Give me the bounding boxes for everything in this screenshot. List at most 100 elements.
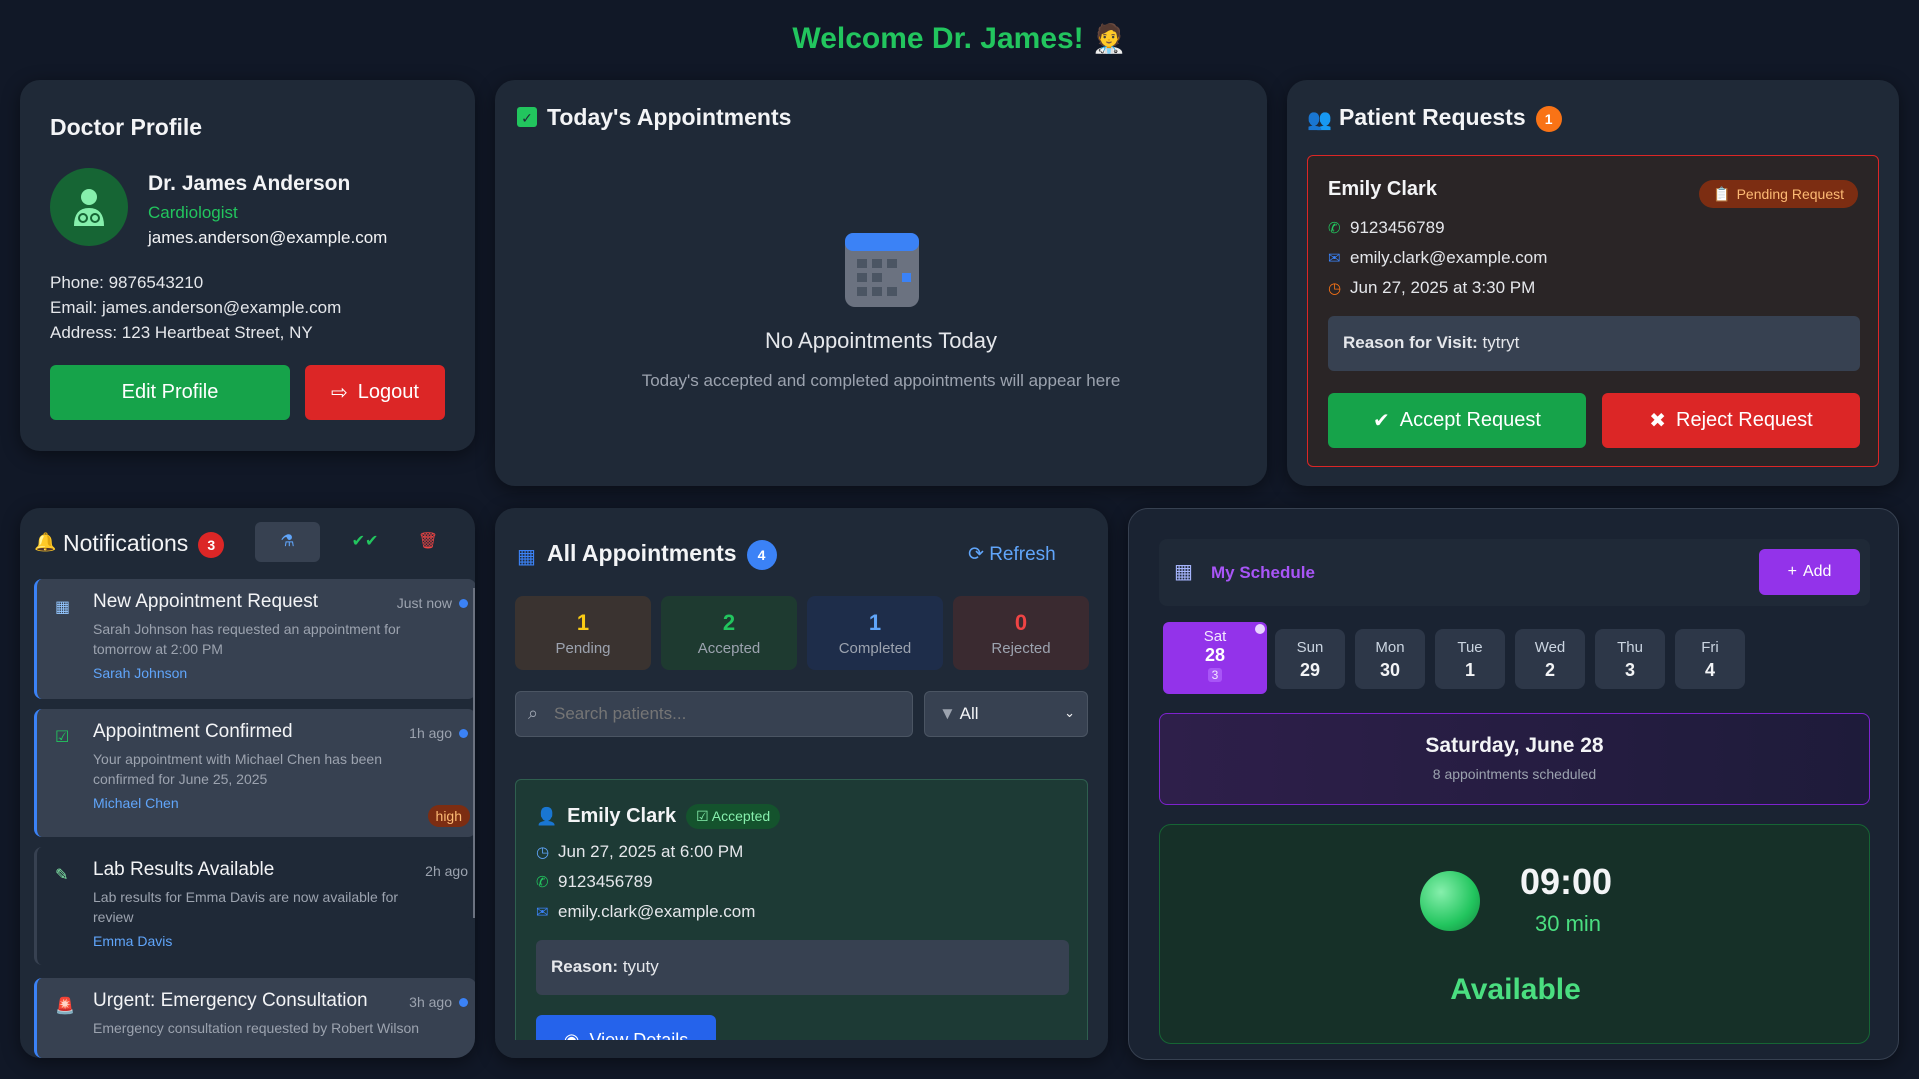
notification-time: 2h ago	[425, 863, 468, 879]
clock-icon: ◷	[536, 844, 550, 861]
envelope-icon: ✉	[1328, 250, 1341, 267]
pending-request-badge: 📋 Pending Request	[1699, 180, 1858, 208]
notification-patient-link[interactable]: Emma Davis	[93, 933, 462, 949]
notifications-scrollbar[interactable]	[473, 588, 475, 918]
accepted-label: Accepted	[711, 808, 771, 824]
siren-icon: 🚨	[55, 998, 75, 1015]
priority-badge: high	[427, 805, 470, 827]
logout-icon: ⇨	[331, 382, 348, 404]
doctor-email: Email: james.anderson@example.com	[50, 298, 342, 317]
stat-completed-count: 1	[868, 610, 882, 635]
pending-request-label: Pending Request	[1736, 186, 1844, 202]
appointment-email-row: ✉ emily.clark@example.com	[536, 902, 755, 922]
day-tab[interactable]: Wed 2	[1515, 629, 1585, 689]
requests-count-badge: 1	[1535, 105, 1562, 132]
stat-rejected-count: 0	[1014, 610, 1028, 635]
stat-rejected[interactable]: 0 Rejected	[953, 596, 1089, 670]
doctor-phone: Phone: 9876543210	[50, 273, 204, 292]
x-icon: ✖	[1649, 410, 1666, 432]
day-tab[interactable]: Mon 30	[1355, 629, 1425, 689]
notification-title: Appointment Confirmed	[93, 721, 293, 742]
stat-pending[interactable]: 1 Pending	[515, 596, 651, 670]
time-slot-card[interactable]: 09:00 30 min Available	[1159, 824, 1870, 1044]
notification-patient-link[interactable]: Sarah Johnson	[93, 665, 462, 681]
appointment-phone: 9123456789	[558, 872, 653, 891]
notification-item[interactable]: ✎ Lab Results Available 2h ago Lab resul…	[34, 847, 475, 965]
status-filter-select[interactable]: ▼ All ⌄	[924, 691, 1088, 737]
notification-patient-link[interactable]: Michael Chen	[93, 795, 462, 811]
notification-body: Lab results for Emma Davis are now avail…	[93, 889, 399, 925]
edit-profile-button[interactable]: Edit Profile	[50, 365, 290, 420]
stat-accepted-count: 2	[722, 610, 736, 635]
notification-title: Urgent: Emergency Consultation	[93, 990, 368, 1011]
day-name: Thu	[1617, 639, 1643, 656]
clipboard-icon: 📋	[1713, 185, 1731, 202]
phone-icon: ✆	[536, 874, 549, 891]
appointment-reason-label: Reason:	[551, 957, 619, 976]
notifications-count-badge: 3	[198, 531, 225, 558]
request-phone: 9123456789	[1350, 218, 1445, 237]
patient-row: 👤 Emily Clark ☑ Accepted	[536, 804, 781, 829]
request-datetime-row: ◷ Jun 27, 2025 at 3:30 PM	[1328, 278, 1535, 298]
request-phone-row: ✆ 9123456789	[1328, 218, 1445, 238]
reject-request-button[interactable]: ✖ Reject Request	[1602, 393, 1860, 448]
request-email: emily.clark@example.com	[1350, 248, 1548, 267]
unread-dot	[459, 599, 468, 608]
appointment-patient-name: Emily Clark	[567, 805, 677, 827]
envelope-icon: ✉	[536, 904, 549, 921]
all-appointments-card: ▦ All Appointments 4 ⟳ Refresh 1 Pending 2…	[495, 508, 1108, 1058]
request-patient-name: Emily Clark	[1328, 178, 1437, 200]
day-indicator-dot	[1255, 624, 1265, 634]
stat-accepted[interactable]: 2 Accepted	[661, 596, 797, 670]
appointment-reason: tyuty	[622, 957, 659, 976]
reason-label: Reason for Visit:	[1343, 333, 1478, 352]
bell-icon: 🔔	[34, 532, 57, 552]
day-name: Sun	[1296, 639, 1324, 656]
notification-item[interactable]: ▦ New Appointment Request Just now Sarah…	[34, 579, 475, 699]
mark-all-read-icon[interactable]: ✔✔	[345, 522, 385, 562]
unread-dot	[459, 998, 468, 1007]
day-tab[interactable]: Sun 29	[1275, 629, 1345, 689]
chevron-down-icon: ⌄	[1064, 705, 1075, 720]
day-date: 3	[1624, 660, 1635, 680]
add-schedule-button[interactable]: + Add	[1759, 549, 1860, 595]
day-name: Mon	[1375, 639, 1405, 656]
day-tab[interactable]: Tue 1	[1435, 629, 1505, 689]
search-input[interactable]	[554, 700, 894, 728]
search-box[interactable]: ⌕	[515, 691, 913, 737]
flask-filter-button[interactable]: ⚗	[255, 522, 320, 562]
doctor-specialty: Cardiologist	[148, 203, 238, 222]
logout-label: Logout	[357, 381, 419, 403]
notifications-card: 🔔 Notifications 3 ⚗ ✔✔ 🗑 ▦ New Appointmen…	[20, 508, 475, 1058]
user-clock-icon: 👥	[1307, 109, 1332, 131]
day-name: Fri	[1701, 639, 1719, 656]
plus-icon: +	[1787, 563, 1797, 580]
calendar-icon: ▦	[517, 546, 536, 568]
day-date: 2	[1544, 660, 1555, 680]
day-date: 4	[1704, 660, 1715, 680]
trash-icon[interactable]: 🗑	[408, 522, 448, 562]
notification-body: Your appointment with Michael Chen has b…	[93, 751, 383, 787]
day-tab-selected[interactable]: Sat 28 3	[1163, 622, 1267, 694]
notifications-title: Notifications 3	[63, 530, 225, 558]
notification-item[interactable]: 🚨 Urgent: Emergency Consultation 3h ago …	[34, 978, 475, 1058]
all-appointments-title-text: All Appointments	[547, 540, 737, 567]
day-tab[interactable]: Fri 4	[1675, 629, 1745, 689]
refresh-label: Refresh	[989, 544, 1056, 565]
doctor-address: Address: 123 Heartbeat Street, NY	[50, 323, 313, 342]
avatar	[50, 168, 128, 246]
accepted-badge: ☑ Accepted	[686, 804, 781, 829]
notification-item[interactable]: ☑ Appointment Confirmed 1h ago Your appo…	[34, 709, 475, 837]
filter-icon: ▼	[939, 704, 960, 723]
patient-requests-title: Patient Requests 1	[1339, 104, 1562, 132]
stat-completed[interactable]: 1 Completed	[807, 596, 943, 670]
schedule-title: My Schedule	[1211, 563, 1315, 582]
logout-button[interactable]: ⇨ Logout	[305, 365, 445, 420]
day-tab[interactable]: Thu 3	[1595, 629, 1665, 689]
notification-time: Just now	[396, 595, 452, 611]
day-name: Tue	[1457, 639, 1483, 656]
accept-request-button[interactable]: ✔ Accept Request	[1328, 393, 1586, 448]
todays-appointments-card: ✓ Today's Appointments No Appointments T…	[495, 80, 1267, 486]
request-datetime: Jun 27, 2025 at 3:30 PM	[1350, 278, 1536, 297]
refresh-button[interactable]: ⟳ Refresh	[968, 543, 1056, 566]
